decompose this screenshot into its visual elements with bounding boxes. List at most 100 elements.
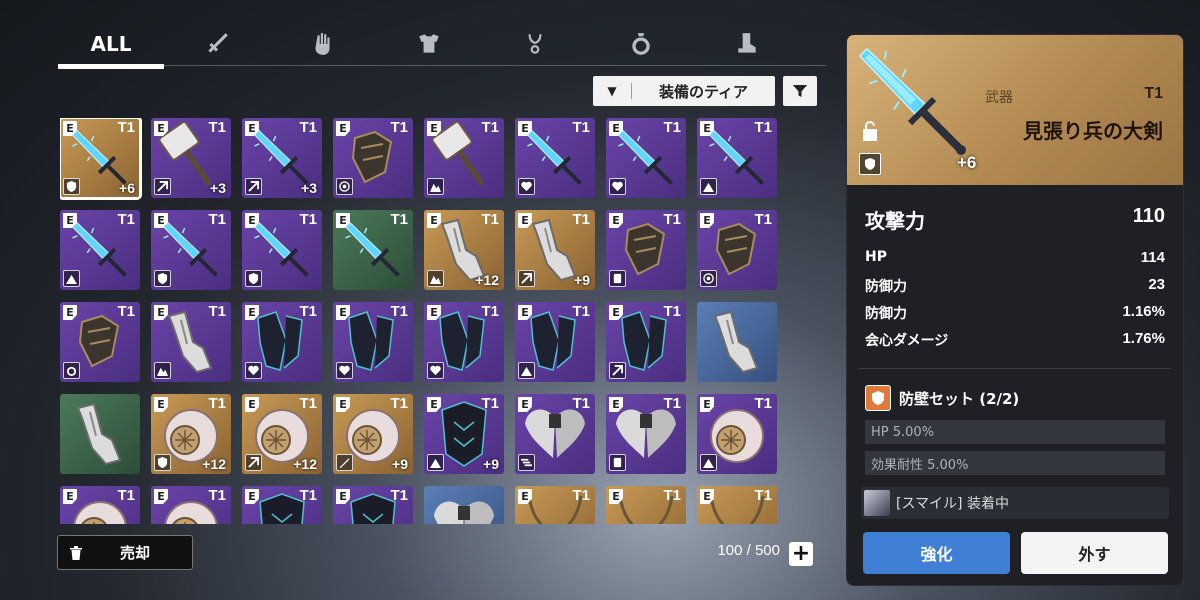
attack-up-icon [427, 454, 444, 471]
inventory-slot[interactable]: E T1 [151, 486, 231, 524]
inventory-slot[interactable]: E T1 [515, 394, 595, 474]
inventory-slot[interactable]: E T1 [151, 210, 231, 290]
sub-stat-value: 1.16% [1122, 303, 1165, 320]
inventory-slot[interactable] [424, 486, 504, 524]
inventory-slot[interactable]: E T1 +12 [242, 394, 322, 474]
inventory-slot[interactable]: E T1 [333, 118, 413, 198]
inventory-grid: E T1 +6 E T1 +3 E T1 +3 E T1 E T1 E T1 E T1 E T1 E T1 E T1 E T1 E… [60, 118, 780, 524]
tab-all[interactable]: ALL [58, 22, 164, 69]
inventory-slot[interactable]: E T1 [60, 486, 140, 524]
inventory-slot[interactable]: E T1 [151, 302, 231, 382]
inventory-slot[interactable]: E T1 [333, 486, 413, 524]
inventory-slot[interactable]: E T1 [515, 118, 595, 198]
inventory-slot[interactable] [697, 302, 777, 382]
inventory-slot[interactable]: E T1 +9 [333, 394, 413, 474]
inventory-slot[interactable]: E T1 [697, 210, 777, 290]
heart-icon [518, 178, 535, 195]
tab-gloves[interactable] [270, 22, 376, 66]
item-tier: T1 [481, 303, 499, 320]
pierce-icon [609, 362, 626, 379]
inventory-slot[interactable]: E T1 +12 [151, 394, 231, 474]
item-tier: T1 [390, 395, 408, 412]
glove-art [76, 402, 122, 466]
boots-icon [738, 33, 756, 53]
tab-boots[interactable] [694, 22, 800, 66]
attack-up-icon [518, 362, 535, 379]
attack-up-icon [700, 454, 717, 471]
tab-armor[interactable] [376, 22, 482, 66]
inventory-slot[interactable]: E T1 [333, 302, 413, 382]
shield-icon [154, 270, 171, 287]
inventory-slot[interactable]: E T1 [606, 394, 686, 474]
filter-button[interactable] [783, 76, 817, 106]
enhance-button[interactable]: 強化 [863, 532, 1010, 574]
pierce-icon [245, 178, 262, 195]
crit-icon [427, 178, 444, 195]
inventory-slot[interactable]: E T1 +9 [424, 394, 504, 474]
sub-stat-label: 会心ダメージ [865, 333, 949, 349]
tab-necklace[interactable] [482, 22, 588, 66]
inventory-slot[interactable]: E T1 [515, 486, 595, 524]
speed-icon [518, 454, 535, 471]
funnel-icon [793, 85, 807, 97]
tier-sort-dropdown[interactable]: ▼ 装備のティア [593, 76, 775, 106]
lock-icon[interactable] [861, 120, 879, 146]
expand-inventory-button[interactable]: + [789, 542, 813, 566]
item-tier: T1 [663, 119, 681, 136]
inventory-slot[interactable]: E T1 [515, 302, 595, 382]
inventory-slot[interactable]: E T1 [606, 210, 686, 290]
inventory-slot[interactable]: E T1 [242, 210, 322, 290]
item-tier: T1 [754, 395, 772, 412]
set-effect: 効果耐性 5.00% [865, 451, 1165, 475]
inventory-slot[interactable]: E T1 [606, 302, 686, 382]
inventory-slot[interactable]: E T1 [697, 118, 777, 198]
item-tier: T1 [299, 395, 317, 412]
inventory-slot[interactable] [60, 394, 140, 474]
inventory-slot[interactable]: E T1 [606, 486, 686, 524]
item-enhance-level: +12 [293, 456, 317, 472]
item-tier: T1 [754, 119, 772, 136]
heart-icon [336, 362, 353, 379]
inventory-slot[interactable]: E T1 [424, 302, 504, 382]
tab-ring[interactable] [588, 22, 694, 66]
inventory-slot[interactable]: E T1 [60, 210, 140, 290]
main-stat-value: 110 [1132, 205, 1165, 227]
unequip-button[interactable]: 外す [1021, 532, 1168, 574]
pierce-icon [518, 270, 535, 287]
item-tier: T1 [572, 119, 590, 136]
pierce-icon [245, 454, 262, 471]
sub-stat-row: 防御力 23 [865, 276, 1165, 303]
item-enhance-level: +9 [483, 456, 499, 472]
item-enhance-level: +12 [475, 272, 499, 288]
inventory-slot[interactable]: E T1 [242, 302, 322, 382]
item-enhance-level: +6 [957, 153, 977, 172]
inventory-slot[interactable]: E T1 +6 [60, 118, 142, 200]
inventory-slot[interactable]: E T1 [242, 486, 322, 524]
item-tier: T1 [299, 487, 317, 504]
inventory-slot[interactable]: E T1 [424, 118, 504, 198]
sell-button[interactable]: 売却 [57, 535, 193, 570]
item-tier: T1 [299, 119, 317, 136]
inventory-slot[interactable]: E T1 +3 [151, 118, 231, 198]
inventory-slot[interactable]: E T1 +12 [424, 210, 504, 290]
inventory-slot[interactable]: E T1 [606, 118, 686, 198]
tab-weapon[interactable] [164, 22, 270, 66]
item-enhance-level: +9 [392, 456, 408, 472]
shield-icon [63, 178, 80, 195]
inventory-slot[interactable]: E T1 [697, 486, 777, 524]
inventory-slot[interactable]: E T1 [333, 210, 413, 290]
heart-icon [245, 362, 262, 379]
sub-stats: HP 114 防御力 23 防御力 1.16% 会心ダメージ 1.76% [865, 249, 1165, 357]
sub-stat-row: 会心ダメージ 1.76% [865, 330, 1165, 357]
item-tier: T1 [572, 395, 590, 412]
inventory-slot[interactable]: E T1 [60, 302, 140, 382]
item-tier: T1 [117, 211, 135, 228]
inventory-slot[interactable]: E T1 +3 [242, 118, 322, 198]
shield-icon [154, 454, 171, 471]
item-tier: T1 [663, 395, 681, 412]
inventory-slot[interactable]: E T1 [697, 394, 777, 474]
item-tier: T1 [481, 119, 499, 136]
inventory-slot[interactable]: E T1 +9 [515, 210, 595, 290]
item-enhance-level: +6 [119, 180, 135, 196]
glove-art [713, 310, 759, 374]
